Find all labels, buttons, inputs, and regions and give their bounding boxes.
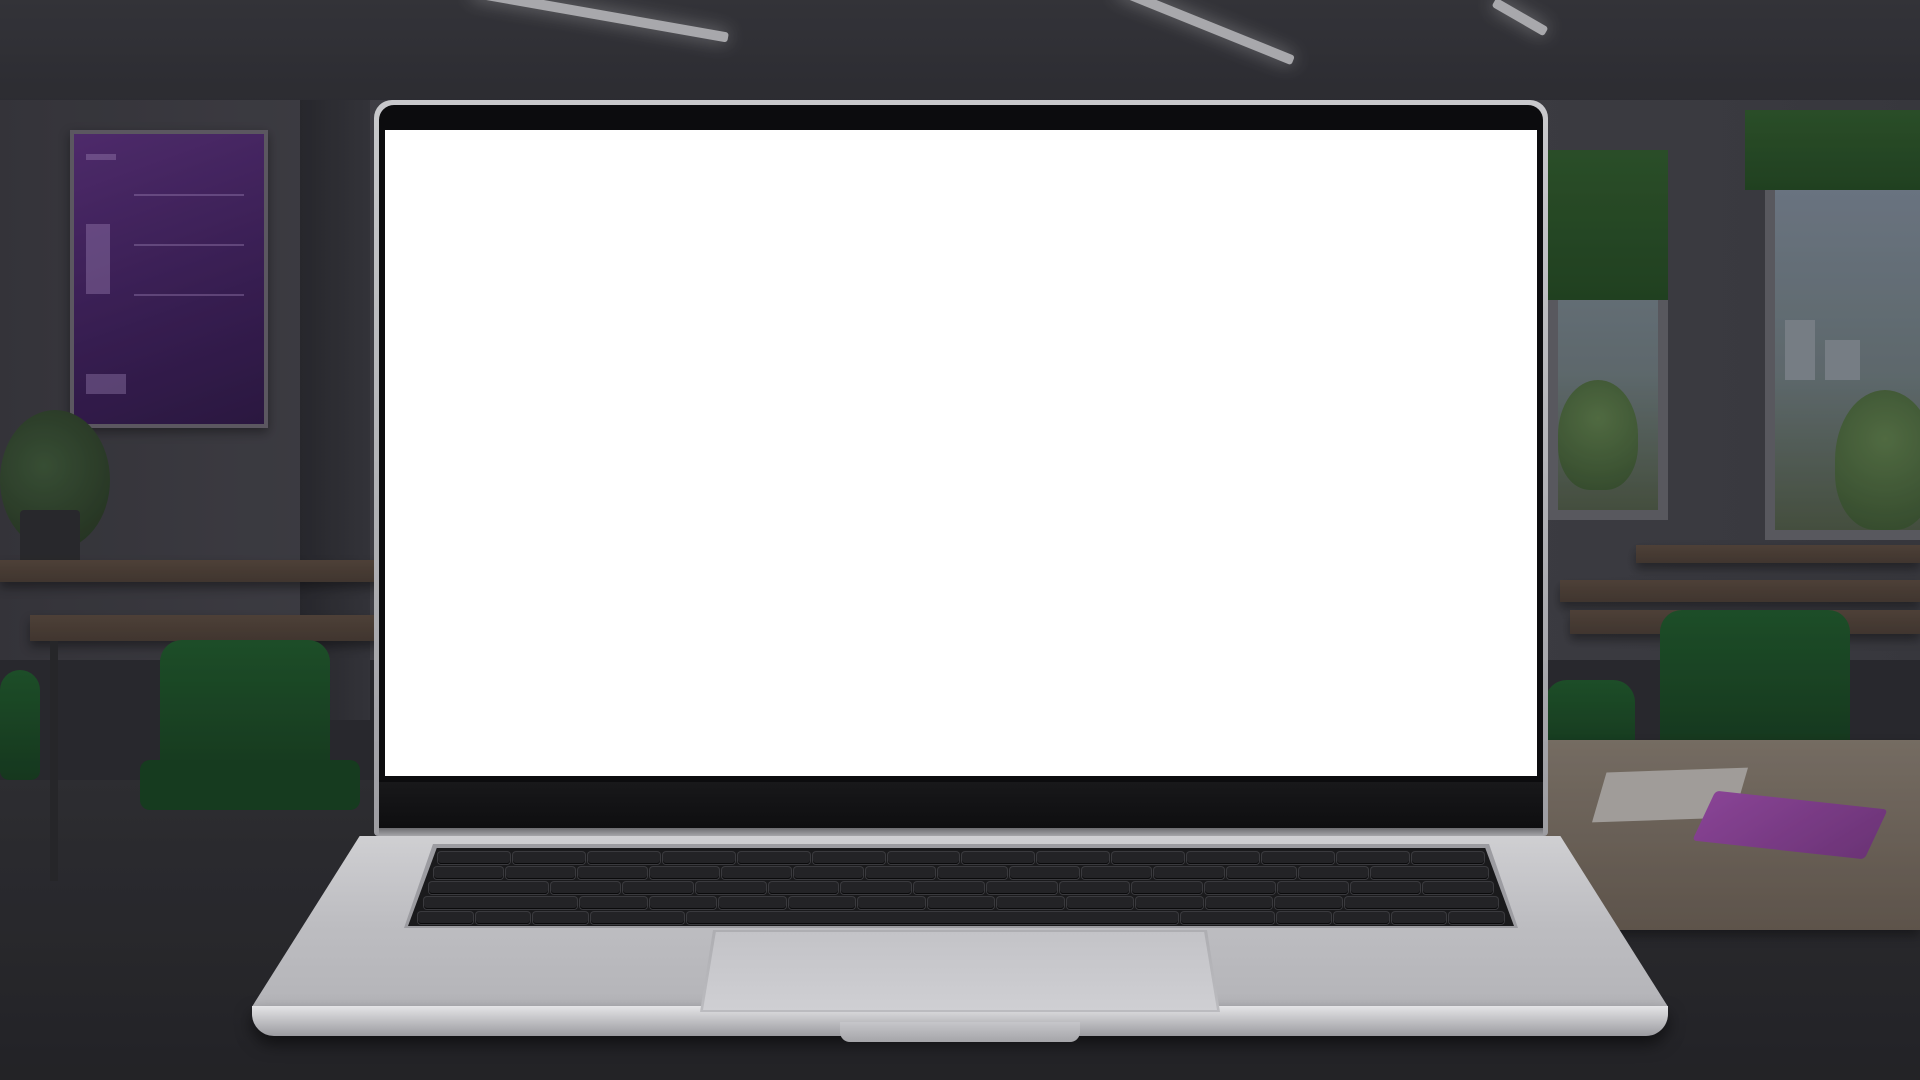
key[interactable] xyxy=(1298,867,1368,879)
key[interactable] xyxy=(812,852,885,864)
key[interactable] xyxy=(914,882,984,894)
key[interactable] xyxy=(1350,882,1421,894)
trackpad[interactable] xyxy=(703,932,1217,1010)
blank-screen xyxy=(385,130,1537,776)
space-bar[interactable] xyxy=(686,912,1178,924)
key[interactable] xyxy=(533,912,588,924)
key[interactable] xyxy=(1082,867,1152,879)
key[interactable] xyxy=(1066,897,1134,909)
key[interactable] xyxy=(1136,897,1203,909)
key[interactable] xyxy=(866,867,936,879)
arrow-keys[interactable] xyxy=(1334,912,1389,924)
key[interactable] xyxy=(1344,897,1498,909)
key[interactable] xyxy=(1205,882,1275,894)
key[interactable] xyxy=(1262,852,1335,864)
key[interactable] xyxy=(1449,912,1505,924)
key[interactable] xyxy=(1277,882,1348,894)
key[interactable] xyxy=(1370,867,1488,879)
key[interactable] xyxy=(550,882,621,894)
key[interactable] xyxy=(1187,852,1260,864)
key[interactable] xyxy=(475,912,531,924)
key[interactable] xyxy=(938,867,1008,879)
key[interactable] xyxy=(1059,882,1130,894)
key[interactable] xyxy=(1132,882,1203,894)
key[interactable] xyxy=(1275,897,1342,909)
key[interactable] xyxy=(1154,867,1224,879)
key[interactable] xyxy=(927,897,995,909)
key[interactable] xyxy=(1226,867,1296,879)
key[interactable] xyxy=(737,852,810,864)
key[interactable] xyxy=(578,867,648,879)
key[interactable] xyxy=(962,852,1035,864)
key[interactable] xyxy=(662,852,735,864)
key[interactable] xyxy=(587,852,660,864)
key[interactable] xyxy=(1337,852,1409,864)
key[interactable] xyxy=(438,852,510,864)
key[interactable] xyxy=(1010,867,1080,879)
key[interactable] xyxy=(506,867,576,879)
key[interactable] xyxy=(1423,882,1494,894)
key[interactable] xyxy=(512,852,585,864)
key[interactable] xyxy=(650,867,720,879)
keyboard[interactable] xyxy=(408,848,1514,926)
key[interactable] xyxy=(590,912,684,924)
key[interactable] xyxy=(788,897,856,909)
key[interactable] xyxy=(1411,852,1484,864)
key[interactable] xyxy=(841,882,912,894)
screen-chin xyxy=(379,782,1543,828)
key[interactable] xyxy=(429,882,548,894)
lid-notch xyxy=(840,1022,1080,1042)
key[interactable] xyxy=(1112,852,1185,864)
key[interactable] xyxy=(858,897,925,909)
key[interactable] xyxy=(1276,912,1332,924)
key[interactable] xyxy=(997,897,1064,909)
key[interactable] xyxy=(1180,912,1274,924)
laptop xyxy=(0,0,1920,1080)
key[interactable] xyxy=(887,852,960,864)
key[interactable] xyxy=(649,897,717,909)
key[interactable] xyxy=(424,897,578,909)
key[interactable] xyxy=(722,867,792,879)
key[interactable] xyxy=(418,912,473,924)
key[interactable] xyxy=(1391,912,1447,924)
key[interactable] xyxy=(719,897,786,909)
key[interactable] xyxy=(580,897,647,909)
key[interactable] xyxy=(1205,897,1273,909)
key[interactable] xyxy=(986,882,1057,894)
key[interactable] xyxy=(434,867,504,879)
key[interactable] xyxy=(768,882,839,894)
key[interactable] xyxy=(794,867,864,879)
key[interactable] xyxy=(696,882,766,894)
key[interactable] xyxy=(623,882,693,894)
key[interactable] xyxy=(1037,852,1110,864)
